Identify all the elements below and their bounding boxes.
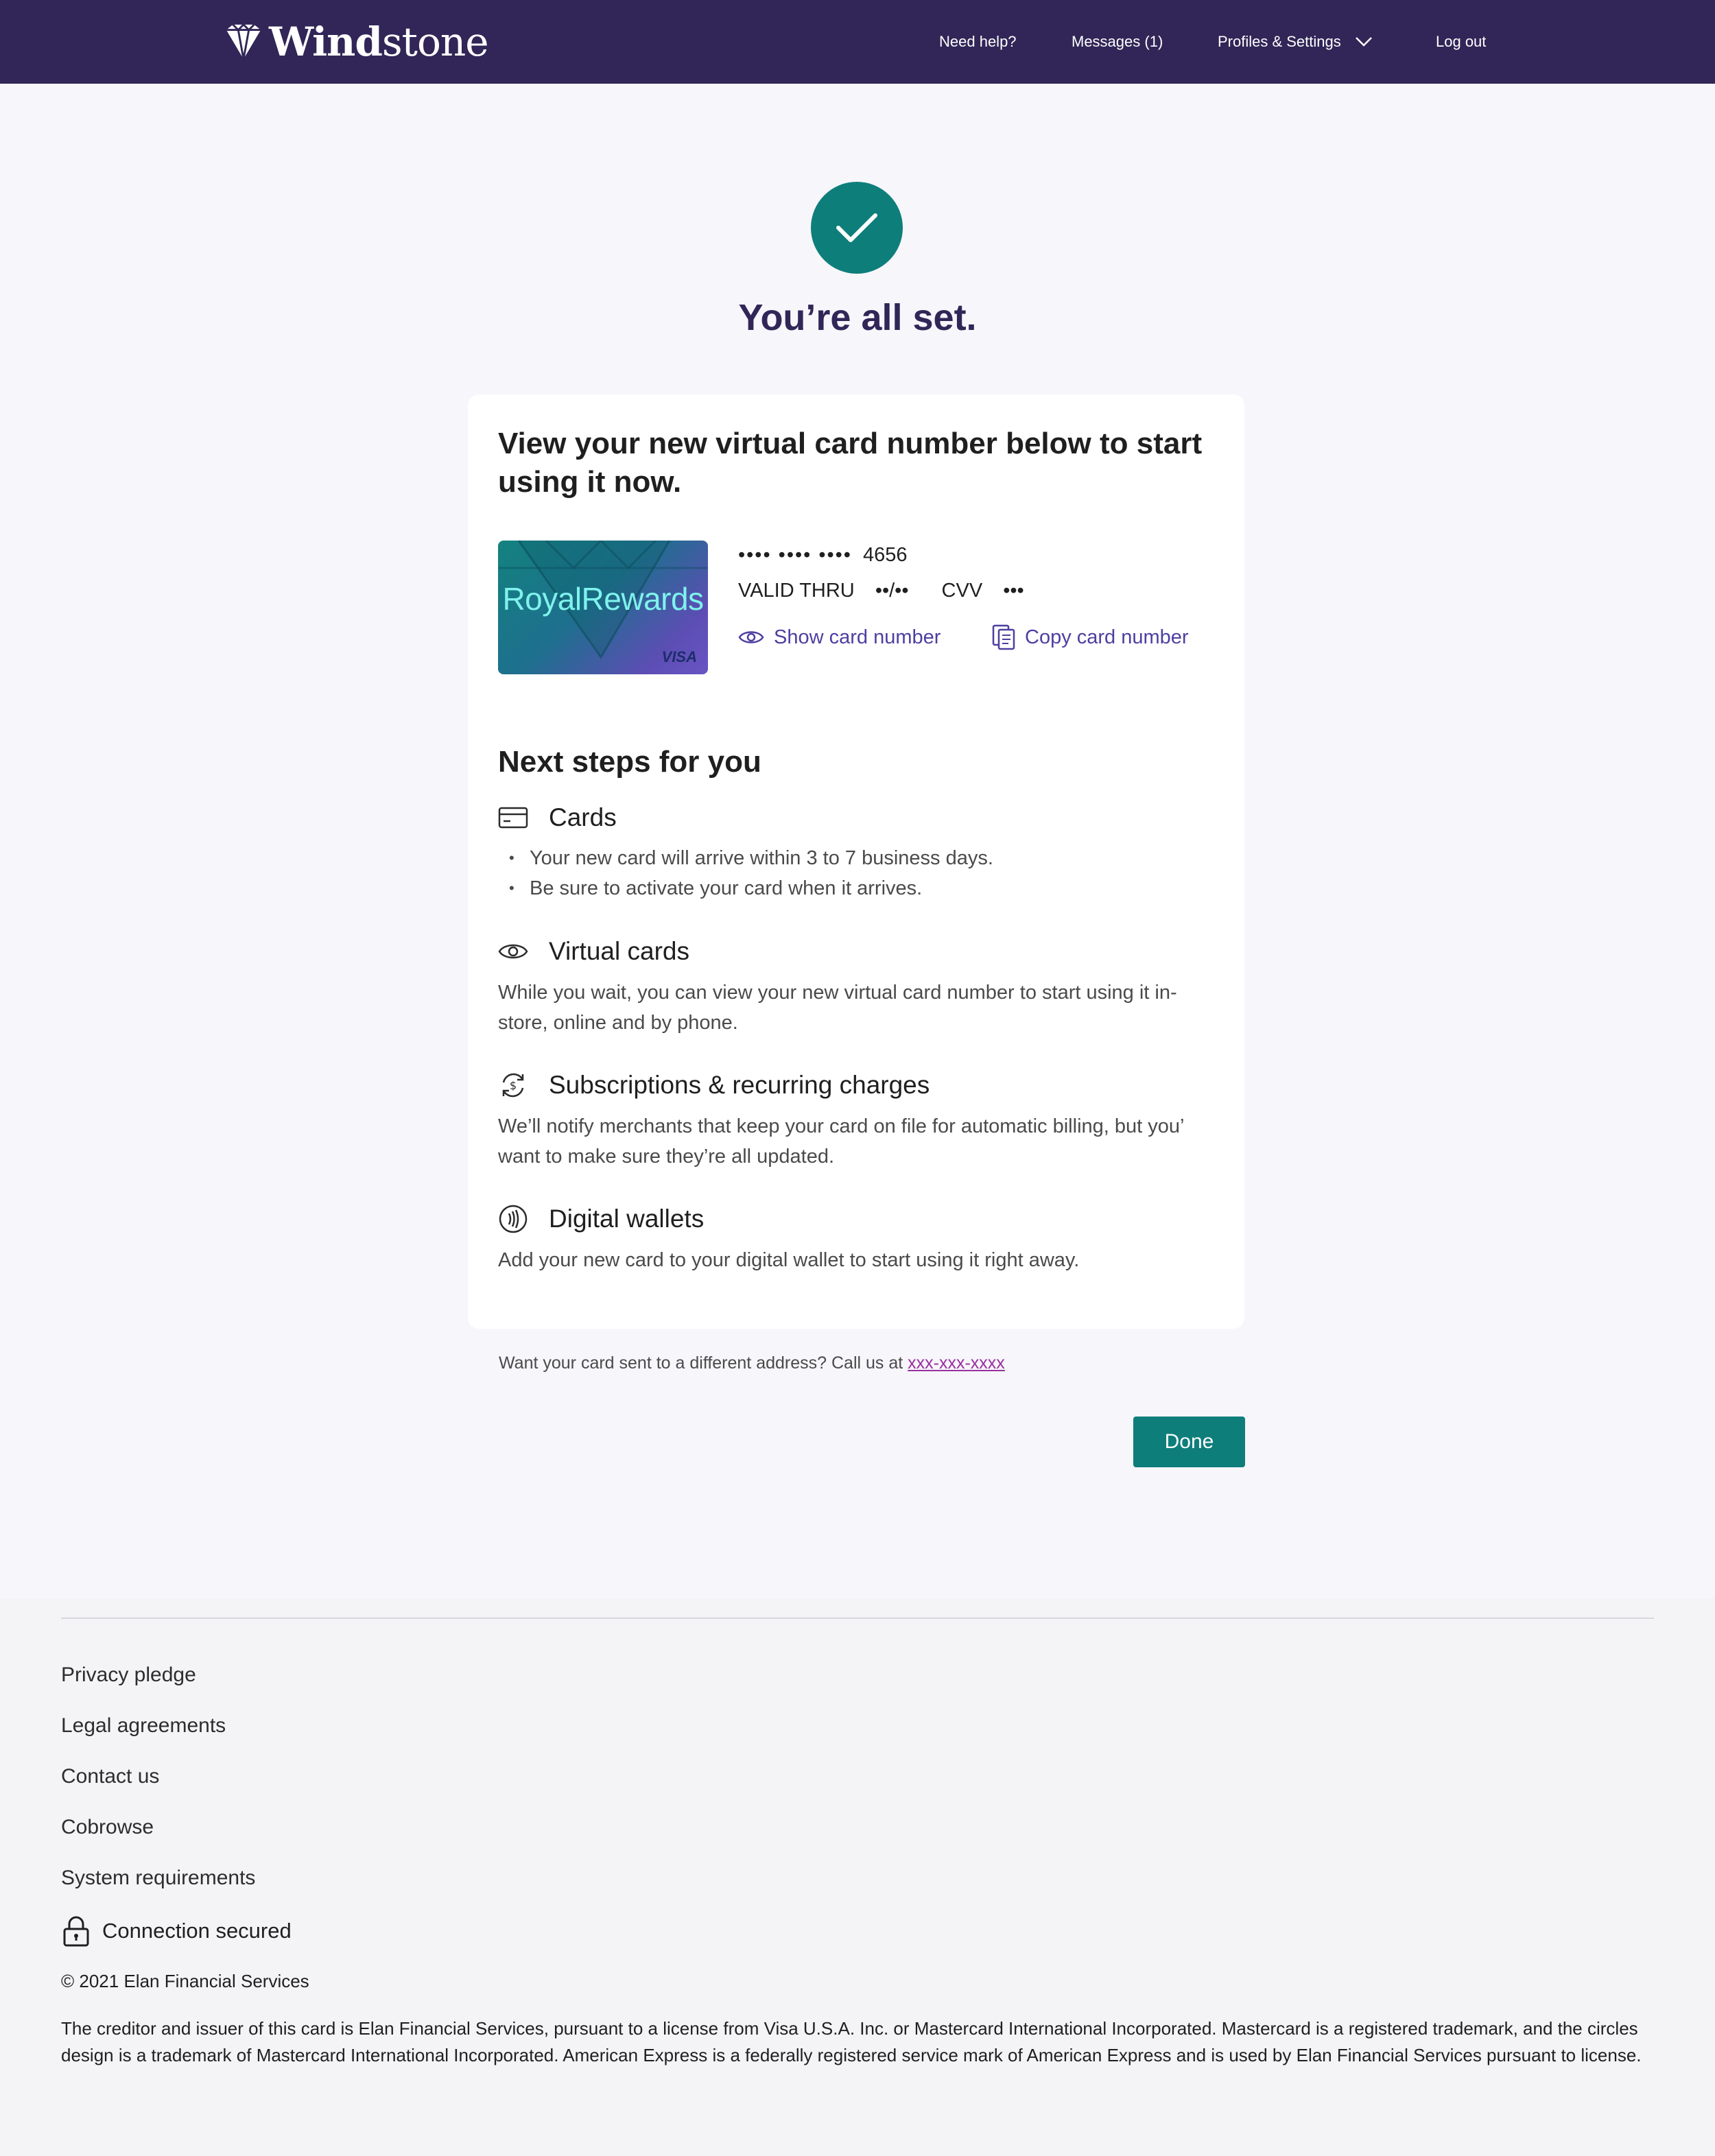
success-check-icon [811,182,903,274]
cvv-value: ••• [1003,580,1024,602]
list-item: Your new card will arrive within 3 to 7 … [498,843,1218,873]
cvv-label: CVV [941,580,983,602]
eye-icon [738,631,764,643]
card-brand-text: RoyalRewards [502,581,704,617]
step-wallets-label: Digital wallets [549,1205,705,1233]
page-footer: Privacy pledge Legal agreements Contact … [0,1598,1715,2156]
nav-need-help[interactable]: Need help? [939,30,1017,54]
phone-number-link[interactable]: xxx-xxx-xxxx [908,1353,1005,1373]
footer-link-contact-us[interactable]: Contact us [61,1763,159,1790]
footer-link-cobrowse[interactable]: Cobrowse [61,1814,154,1841]
card-image: RoyalRewards VISA [498,541,708,674]
diamond-logo-icon [226,23,261,60]
show-card-number-link[interactable]: Show card number [738,624,941,651]
brand-light: stone [381,19,489,65]
copy-card-number-label: Copy card number [1025,626,1189,648]
show-card-number-label: Show card number [774,626,941,648]
step-cards-heading: Cards [498,801,617,834]
contactless-icon [499,1205,528,1233]
step-virtual-label: Virtual cards [549,937,689,965]
nav-profiles-settings[interactable]: Profiles & Settings [1218,30,1373,54]
footer-link-system-requirements[interactable]: System requirements [61,1864,255,1892]
nav-messages[interactable]: Messages (1) [1072,30,1163,54]
legal-disclaimer: The creditor and issuer of this card is … [61,2018,1642,2065]
brand-wordmark: Windstone [269,19,489,65]
brand-bold: Wind [269,19,383,65]
recurring-payment-icon: $ [502,1073,524,1098]
different-address-text: Want your card sent to a different addre… [499,1353,903,1373]
footer-link-legal-agreements[interactable]: Legal agreements [61,1712,226,1740]
page-title: You’re all set. [738,297,977,338]
eye-icon [498,944,528,959]
footer-link-privacy-pledge[interactable]: Privacy pledge [61,1661,196,1689]
card-number-mask: •••• •••• •••• [738,544,852,566]
connection-secured: Connection secured [61,1915,292,1947]
step-virtual-text: While you wait, you can view your new vi… [498,982,1177,1034]
valid-thru-label: VALID THRU [738,580,855,602]
visa-logo: VISA [661,648,697,665]
card-last-four: 4656 [863,544,908,566]
connection-secured-label: Connection secured [102,1919,292,1943]
card-expiry-cvv: VALID THRU ••/•• CVV ••• [738,577,1024,604]
step-wallets-text: Add your new card to your digital wallet… [498,1249,1080,1271]
step-subscriptions-heading: $ Subscriptions & recurring charges [498,1069,930,1102]
copy-icon [992,624,1015,650]
step-virtual-heading: Virtual cards [498,935,689,968]
step-subscriptions-text: We’ll notify merchants that keep your ca… [498,1115,1184,1168]
svg-text:$: $ [510,1079,517,1092]
valid-thru-value: ••/•• [875,580,909,602]
step-wallets-heading: Digital wallets [498,1203,704,1235]
lock-icon [63,1916,89,1947]
windstone-logo[interactable]: Windstone [224,19,489,65]
confirmation-card: View your new virtual card number below … [468,394,1244,1329]
cards-bullet-list: Your new card will arrive within 3 to 7 … [498,843,1218,903]
step-cards-label: Cards [549,803,617,831]
credit-card-icon [498,807,528,829]
footer-divider [61,1618,1654,1619]
step-subscriptions-label: Subscriptions & recurring charges [549,1071,930,1099]
different-address-note: Want your card sent to a different addre… [499,1350,1005,1376]
top-header: Windstone Need help? Messages (1) Profil… [0,0,1715,84]
done-button[interactable]: Done [1133,1417,1245,1467]
card-number-masked: •••• •••• •••• 4656 [738,541,908,569]
copy-card-number-link[interactable]: Copy card number [992,624,1189,651]
copyright: © 2021 Elan Financial Services [61,1971,309,1991]
list-item: Be sure to activate your card when it ar… [498,873,1218,903]
virtual-card-heading: View your new virtual card number below … [498,427,1203,499]
nav-log-out[interactable]: Log out [1436,30,1486,54]
next-steps-title: Next steps for you [498,745,761,779]
nav-profiles-label: Profiles & Settings [1218,33,1341,50]
chevron-down-icon [1355,37,1372,47]
